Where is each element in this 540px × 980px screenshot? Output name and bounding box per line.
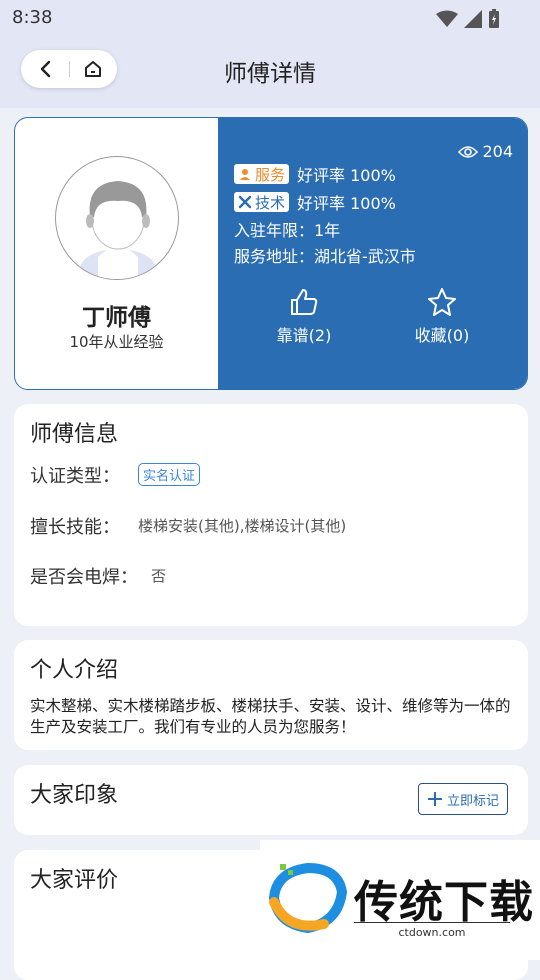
tools-icon (238, 195, 252, 209)
view-count-value: 204 (482, 142, 513, 161)
tech-rating: 好评率 100% (297, 194, 396, 213)
experience-text: 10年从业经验 (69, 333, 164, 351)
tech-tag-label: 技术 (255, 193, 286, 212)
impression-card: 大家印象 立即标记 (14, 765, 528, 835)
impression-title: 大家印象 (30, 783, 119, 808)
profile-left-panel: 丁师傅 10年从业经验 (15, 118, 218, 389)
thumbs-up-icon (291, 289, 318, 315)
favorite-label: 收藏(0) (414, 326, 470, 345)
service-icon (240, 169, 250, 180)
signal-icon (464, 10, 482, 28)
like-label: 靠谱(2) (276, 326, 332, 345)
status-time: 8:38 (12, 7, 53, 28)
intro-text: 实木整梯、实木楼梯踏步板、楼梯扶手、安装、设计、维修等为一体的生产及安装工厂。我… (30, 697, 511, 736)
service-rating-row: 服务 好评率 100% (234, 162, 396, 186)
address-text: 服务地址：湖北省-武汉市 (234, 247, 416, 266)
skills-label: 擅长技能： (30, 517, 120, 538)
master-name: 丁师傅 (82, 305, 151, 331)
mark-now-button[interactable]: 立即标记 (418, 783, 508, 815)
watermark-url: ctdown.com (354, 922, 510, 939)
page-title: 师傅详情 (224, 61, 316, 87)
watermark-text: 传统下载 (354, 877, 534, 928)
default-avatar-icon (80, 181, 156, 279)
plus-icon (428, 792, 442, 806)
reviews-title: 大家评价 (30, 868, 119, 893)
wifi-icon (436, 10, 458, 27)
intro-card: 个人介绍 实木整梯、实木楼梯踏步板、楼梯扶手、安装、设计、维修等为一体的生产及安… (14, 640, 528, 750)
like-button[interactable]: 靠谱(2) (244, 286, 364, 346)
avatar (55, 156, 179, 280)
intro-title: 个人介绍 (30, 658, 119, 683)
service-rating: 好评率 100% (297, 166, 396, 185)
master-info-title: 师傅信息 (30, 422, 119, 447)
status-icons (436, 9, 500, 29)
favorite-button[interactable]: 收藏(0) (382, 286, 502, 346)
mark-now-label: 立即标记 (447, 793, 500, 809)
service-tag-label: 服务 (255, 165, 286, 184)
cert-badge: 实名认证 (138, 463, 201, 486)
master-info-card: 师傅信息 认证类型： 实名认证 擅长技能： 楼梯安装(其他),楼梯设计(其他) … (14, 404, 528, 626)
watermark-logo-icon (268, 862, 348, 934)
battery-icon (489, 9, 499, 28)
welding-value: 否 (151, 567, 167, 585)
header-bar: 师傅详情 (0, 36, 540, 108)
view-count: 204 (458, 142, 513, 161)
years-text: 入驻年限：1年 (234, 221, 341, 240)
eye-icon (458, 145, 479, 158)
star-icon (428, 288, 456, 316)
profile-right-panel: 204 服务 好评率 100% 技术 好评率 100% 入驻年限：1年 服务地址… (218, 118, 527, 389)
welding-label: 是否会电焊： (30, 567, 138, 588)
skills-value: 楼梯安装(其他),楼梯设计(其他) (138, 517, 347, 535)
tech-tag: 技术 (234, 192, 290, 212)
tech-rating-row: 技术 好评率 100% (234, 190, 396, 214)
profile-card: 丁师傅 10年从业经验 204 服务 好评率 100% 技术 好评率 100% … (14, 117, 528, 390)
service-tag: 服务 (234, 164, 290, 184)
watermark: 传统下载 ctdown.com (260, 840, 540, 960)
status-bar: 8:38 (0, 0, 540, 36)
cert-label: 认证类型： (30, 466, 120, 487)
